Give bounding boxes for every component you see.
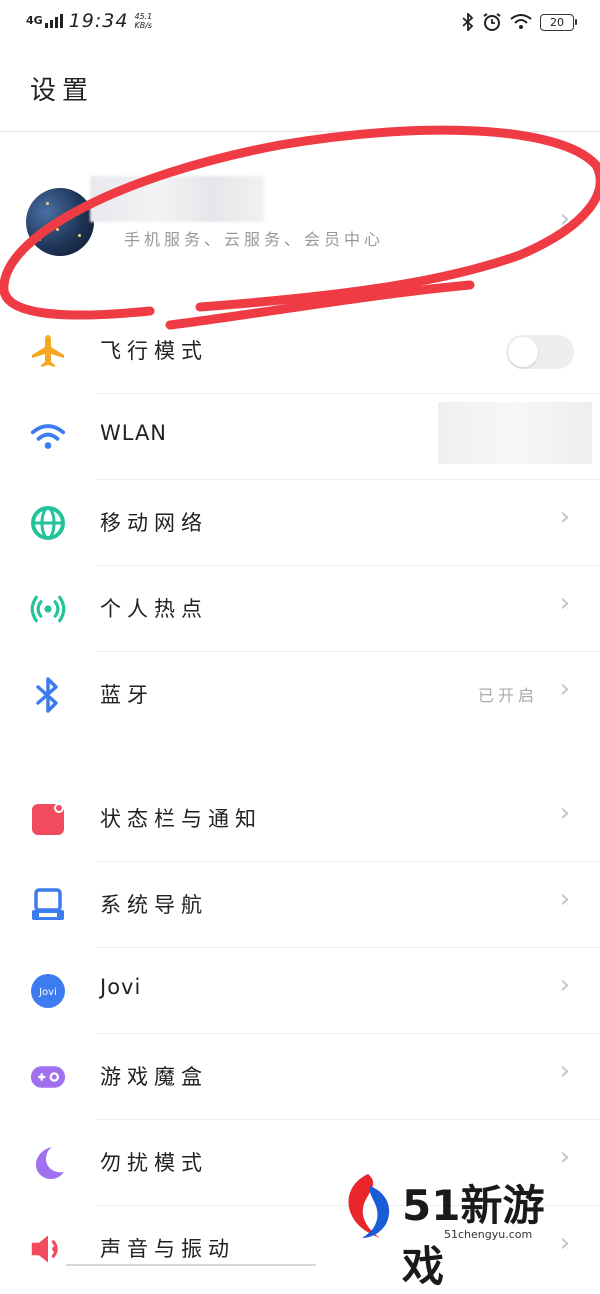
settings-row-label: 游戏魔盒	[100, 1065, 208, 1089]
account-name-blurred	[90, 176, 264, 222]
globe-icon	[30, 505, 66, 541]
account-card[interactable]: 手机服务、云服务、会员中心 ›	[0, 132, 600, 312]
page-title: 设置	[30, 76, 95, 106]
airplane-mode-toggle[interactable]	[506, 335, 574, 369]
chevron-right-icon: ›	[559, 588, 570, 618]
chevron-right-icon: ›	[559, 502, 570, 532]
wifi-icon	[30, 419, 66, 455]
bluetooth-status-icon	[462, 13, 474, 31]
chevron-right-icon: ›	[559, 970, 570, 1000]
settings-row-label: 声音与振动	[100, 1237, 235, 1261]
settings-row-label: 勿扰模式	[100, 1151, 208, 1175]
net-speed-value: 45.1	[134, 12, 153, 21]
signal-icon	[44, 14, 63, 28]
watermark-logo-icon	[348, 1174, 390, 1238]
settings-row-jovi[interactable]: Jovi Jovi ›	[0, 948, 600, 1034]
section-gap	[0, 740, 600, 774]
watermark-domain: 51chengyu.com	[444, 1228, 533, 1241]
settings-row-label: 蓝牙	[100, 683, 154, 707]
watermark: 51新游戏 51chengyu.com	[340, 1170, 580, 1291]
settings-row-gamepad[interactable]: 游戏魔盒 ›	[0, 1034, 600, 1120]
account-subtitle: 手机服务、云服务、会员中心	[124, 230, 385, 249]
settings-row-bluetooth[interactable]: 蓝牙 已开启 ›	[0, 652, 600, 738]
network-type: 4G	[26, 14, 43, 27]
wifi-status-icon	[510, 14, 532, 29]
battery-icon: 20	[540, 13, 577, 31]
wlan-status-blurred	[438, 402, 592, 464]
settings-row-navigation[interactable]: 系统导航 ›	[0, 862, 600, 948]
settings-row-hotspot[interactable]: 个人热点 ›	[0, 566, 600, 652]
chevron-right-icon: ›	[559, 204, 570, 234]
chevron-right-icon: ›	[559, 884, 570, 914]
settings-row-notification[interactable]: 状态栏与通知 ›	[0, 776, 600, 862]
airplane-icon	[30, 333, 66, 369]
chevron-right-icon: ›	[559, 798, 570, 828]
notification-icon	[30, 801, 66, 837]
settings-row-label: 状态栏与通知	[100, 807, 262, 831]
navigation-icon	[30, 887, 66, 923]
chevron-right-icon: ›	[559, 1056, 570, 1086]
status-bar: 4G 19:34 45.1 KB/s 20	[0, 0, 600, 46]
alarm-icon	[483, 13, 501, 31]
svg-text:Jovi: Jovi	[38, 987, 57, 998]
settings-row-label: 个人热点	[100, 597, 208, 621]
settings-row-label: 系统导航	[100, 893, 208, 917]
settings-row-label: WLAN	[100, 421, 168, 445]
gamepad-icon	[30, 1059, 66, 1095]
toggle-knob	[508, 337, 538, 367]
clock: 19:34	[68, 10, 129, 32]
net-speed: 45.1 KB/s	[134, 12, 152, 30]
settings-row-airplane[interactable]: 飞行模式	[0, 308, 600, 394]
avatar[interactable]	[26, 188, 94, 256]
settings-row-value: 已开启	[477, 686, 538, 705]
speaker-icon	[30, 1231, 66, 1267]
bluetooth-icon	[30, 677, 66, 713]
moon-icon	[30, 1145, 66, 1181]
settings-row-label: 移动网络	[100, 511, 208, 535]
settings-row-label: Jovi	[100, 975, 142, 999]
hotspot-icon	[30, 591, 66, 627]
settings-row-wifi[interactable]: WLAN	[0, 394, 600, 480]
settings-row-label: 飞行模式	[100, 339, 208, 363]
chevron-right-icon: ›	[559, 1142, 570, 1172]
chevron-right-icon: ›	[559, 674, 570, 704]
jovi-icon: Jovi	[30, 973, 66, 1009]
net-speed-unit: KB/s	[134, 21, 153, 30]
settings-row-globe[interactable]: 移动网络 ›	[0, 480, 600, 566]
